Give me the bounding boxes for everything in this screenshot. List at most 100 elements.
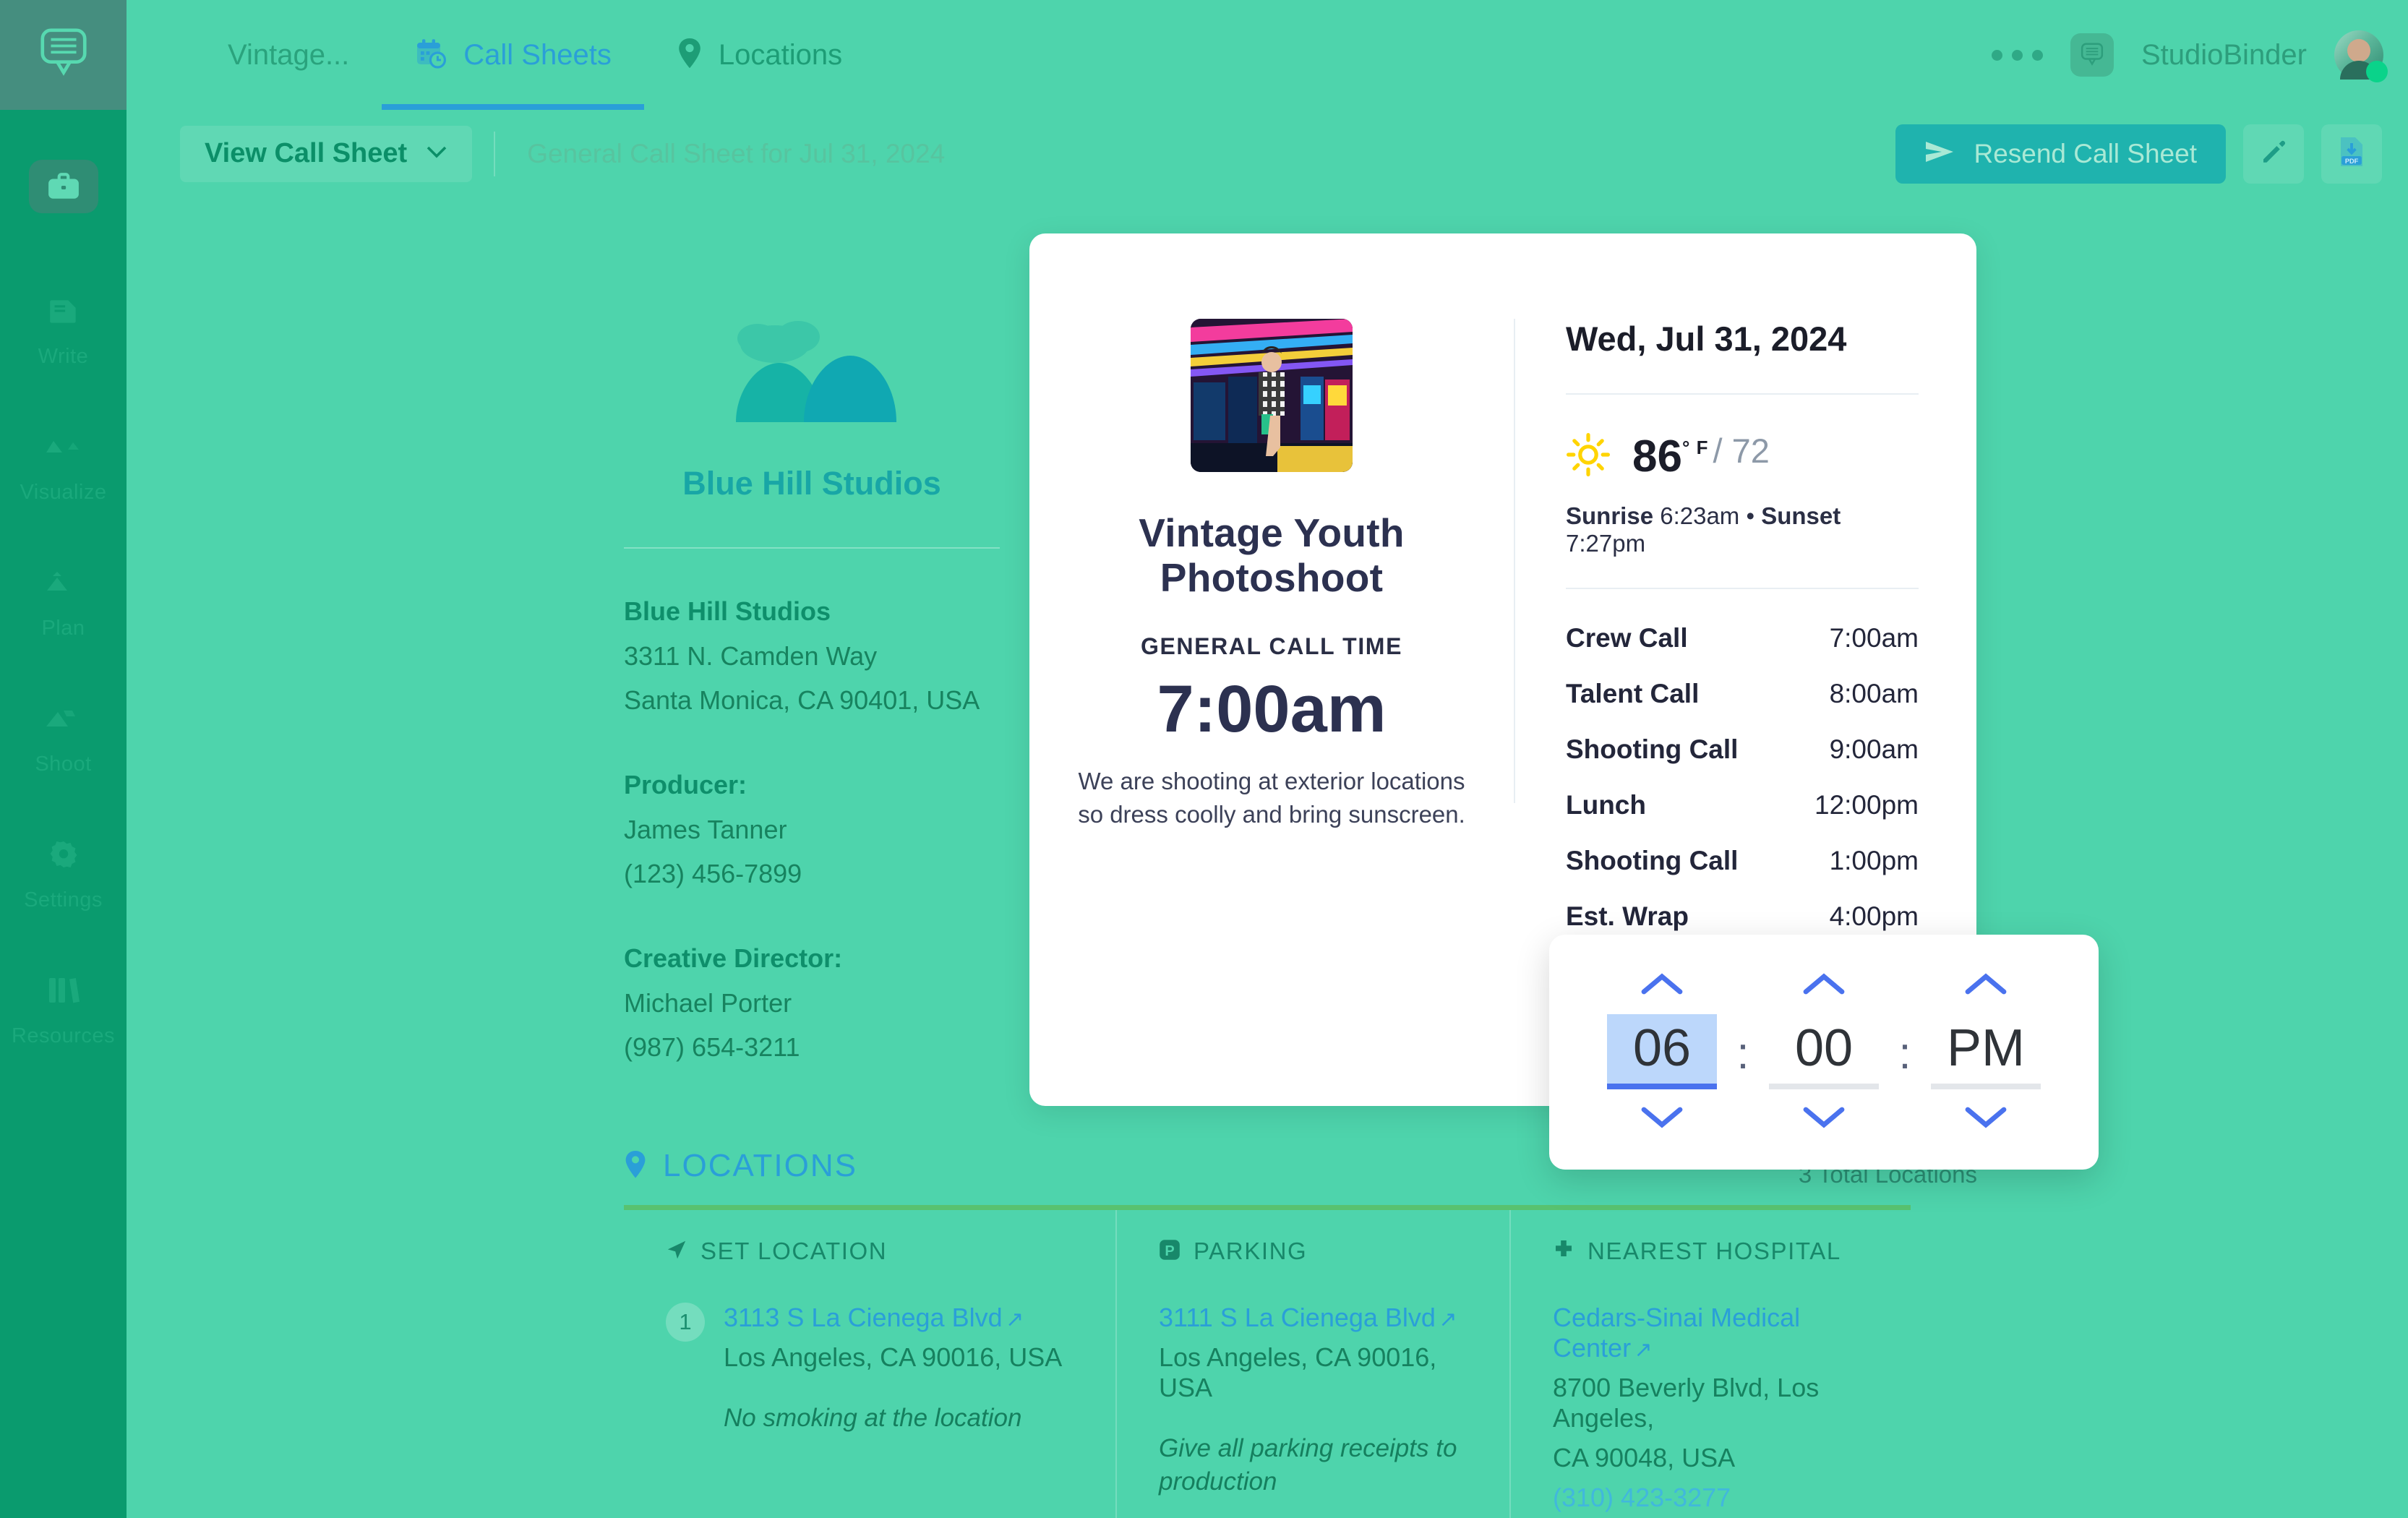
avatar[interactable] (2334, 30, 2388, 82)
sidebar-item-label: Write (38, 344, 89, 368)
send-icon (1924, 140, 1955, 167)
tab-locations[interactable]: Locations (644, 0, 875, 110)
page-title: Vintage Youth Photoshoot (1139, 510, 1405, 600)
schedule-label: Shooting Call (1566, 846, 1739, 875)
sidebar-item-resources[interactable]: Resources (0, 938, 127, 1074)
locations-table: SET LOCATION 1 3113 S La Cienega Blvd ↗ … (624, 1205, 1911, 1518)
svg-text:PDF: PDF (2345, 158, 2359, 165)
chevron-up-icon[interactable] (1963, 972, 2008, 1001)
set-location-link[interactable]: 3113 S La Cienega Blvd (724, 1303, 1003, 1332)
schedule-row: Talent Call 8:00am (1566, 666, 1919, 722)
sub-bar: View Call Sheet General Call Sheet for J… (127, 110, 2408, 197)
gear-icon (33, 829, 95, 880)
schedule-time: 1:00pm (1829, 846, 1919, 875)
contact-name: Michael Porter (624, 988, 792, 1018)
navigation-arrow-icon (666, 1239, 687, 1264)
tab-project[interactable]: Vintage... (195, 0, 382, 110)
more-horizontal-icon[interactable] (1991, 49, 2043, 61)
edit-button[interactable] (2243, 124, 2304, 184)
sidebar-item-visualize[interactable]: Visualize (0, 395, 127, 531)
status-badge (2366, 61, 2388, 82)
top-bar: Vintage... Call Sheets Locations StudioB… (127, 0, 2408, 110)
chevron-down-icon[interactable] (1963, 1104, 2008, 1133)
download-pdf-button[interactable]: PDF (2321, 124, 2382, 184)
schedule-label: Crew Call (1566, 623, 1688, 653)
sidebar-item-label: Resources (11, 1024, 116, 1047)
schedule-label: Est. Wrap (1566, 901, 1689, 931)
locations-column-hospital: NEAREST HOSPITAL Cedars-Sinai Medical Ce… (1511, 1210, 1909, 1518)
arcade-photo-thumbnail (1191, 319, 1353, 472)
contact-role: Producer: (624, 770, 747, 799)
temp-high-value: 86 (1632, 432, 1682, 481)
locations-column-parking: P PARKING 3111 S La Cienega Blvd ↗ Los A… (1117, 1210, 1511, 1518)
map-pin-icon (677, 37, 703, 74)
sidebar-item-plan[interactable]: Plan (0, 531, 127, 666)
sunset-label: Sunset (1761, 502, 1841, 529)
calendar-clock-icon (414, 37, 447, 74)
contact-role: Creative Director: (624, 943, 843, 973)
sunrise-time: 6:23am (1660, 502, 1740, 529)
contact-phone: (987) 654-3211 (624, 1032, 800, 1062)
external-link-icon[interactable]: ↗ (1634, 1338, 1653, 1362)
sidebar-item-label: Plan (41, 616, 85, 640)
temp-unit: ° F (1681, 437, 1709, 458)
time-picker-separator: : (1898, 1029, 1911, 1079)
time-picker-meridiem-column: PM (1924, 972, 2048, 1133)
sidebar-item-label: Visualize (20, 480, 107, 504)
sidebar-item-settings[interactable]: Settings (0, 802, 127, 938)
temp-low-value: / 72 (1713, 432, 1770, 470)
time-picker-hour-column: 06 (1600, 972, 1724, 1133)
schedule-row: Shooting Call 9:00am (1566, 722, 1919, 778)
sidebar-item-projects[interactable] (0, 123, 127, 259)
tab-label: Vintage... (228, 38, 350, 71)
rail-logo-button[interactable] (0, 0, 127, 110)
document-icon (33, 286, 95, 336)
resend-call-sheet-button[interactable]: Resend Call Sheet (1895, 124, 2226, 184)
chevron-up-icon[interactable] (1801, 972, 1846, 1001)
schedule-time: 7:00am (1829, 623, 1919, 653)
column-body: 1 3113 S La Cienega Blvd ↗ Los Angeles, … (624, 1265, 1115, 1435)
set-location-address: Los Angeles, CA 90016, USA (724, 1342, 1063, 1372)
chevron-up-icon[interactable] (1640, 972, 1684, 1001)
mountain-icon (33, 557, 95, 608)
sunrise-label: Sunrise (1566, 502, 1654, 529)
column-header: NEAREST HOSPITAL (1511, 1238, 1909, 1265)
shapes-icon (33, 421, 95, 472)
chevron-down-icon[interactable] (1801, 1104, 1846, 1133)
time-picker-minute-column: 00 (1762, 972, 1886, 1133)
sidebar-item-shoot[interactable]: Shoot (0, 666, 127, 802)
view-call-sheet-label: View Call Sheet (205, 138, 408, 168)
divider (1566, 588, 1919, 589)
chevron-down-icon[interactable] (1640, 1104, 1684, 1133)
general-call-time-value: 7:00am (1157, 672, 1387, 747)
parking-icon: P (1159, 1239, 1181, 1264)
table-row: 1 3113 S La Cienega Blvd ↗ Los Angeles, … (666, 1303, 1087, 1435)
svg-text:P: P (1165, 1243, 1174, 1258)
location-index-badge: 1 (666, 1303, 705, 1342)
external-link-icon[interactable]: ↗ (1439, 1308, 1457, 1332)
parking-link[interactable]: 3111 S La Cienega Blvd (1159, 1303, 1436, 1332)
schedule-row: Lunch 12:00pm (1566, 778, 1919, 833)
pdf-download-icon: PDF (2338, 136, 2365, 171)
schedule-time: 9:00am (1829, 734, 1919, 764)
view-call-sheet-dropdown[interactable]: View Call Sheet (180, 125, 473, 182)
time-picker-hour-value[interactable]: 06 (1607, 1013, 1717, 1089)
hospital-link[interactable]: Cedars-Sinai Medical Center (1553, 1303, 1800, 1363)
avatar-face (2347, 39, 2370, 62)
tab-call-sheets[interactable]: Call Sheets (382, 0, 644, 110)
company-address-line-2: Santa Monica, CA 90401, USA (624, 685, 980, 715)
hospital-address-line-2: CA 90048, USA (1553, 1443, 1736, 1472)
time-picker-minute-value[interactable]: 00 (1769, 1014, 1879, 1089)
sidebar-item-write[interactable]: Write (0, 259, 127, 395)
company-address-line-1: 3311 N. Camden Way (624, 641, 878, 671)
external-link-icon[interactable]: ↗ (1006, 1308, 1024, 1332)
hospital-phone[interactable]: (310) 423-3277 (1553, 1483, 1880, 1513)
locations-column-set-location: SET LOCATION 1 3113 S La Cienega Blvd ↗ … (624, 1210, 1117, 1518)
account-name: StudioBinder (2141, 38, 2307, 71)
schedule-time: 8:00am (1829, 679, 1919, 708)
locations-section-header: LOCATIONS (624, 1148, 857, 1184)
time-picker-meridiem-value[interactable]: PM (1931, 1014, 2041, 1089)
top-bar-right: StudioBinder (1991, 0, 2408, 110)
schedule-label: Lunch (1566, 790, 1646, 820)
hospital-cross-icon (1553, 1239, 1574, 1264)
